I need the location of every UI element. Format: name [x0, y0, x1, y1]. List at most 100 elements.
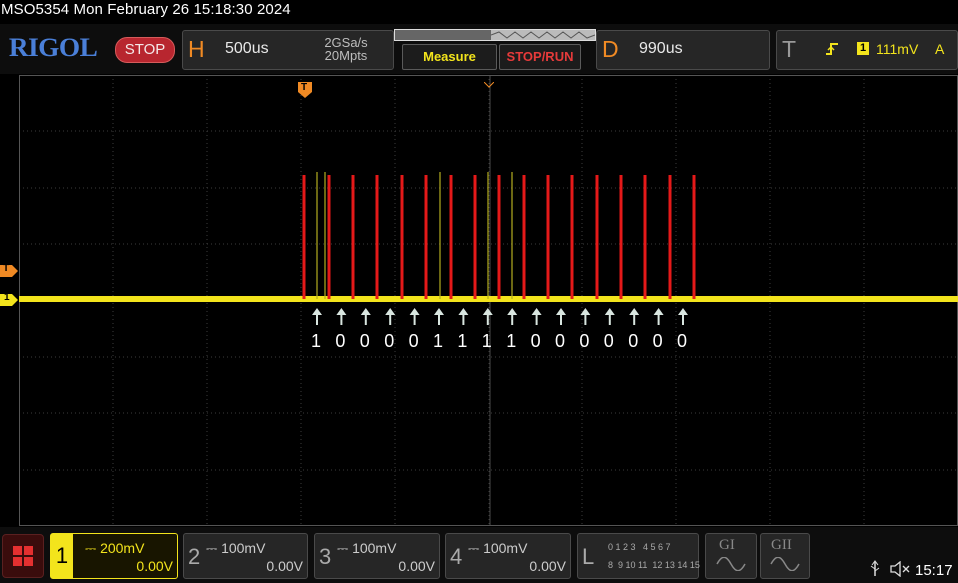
channel-1-number: 1: [51, 534, 73, 578]
channel-1-scale: ⎓ 200mV: [85, 540, 145, 556]
channel-4-number: 4: [450, 544, 463, 569]
bit-label: 0: [530, 331, 541, 351]
delay-value: 990us: [639, 40, 683, 57]
bit-arrow: [385, 308, 396, 325]
logic-channels-row1: 0 1 2 3 4 5 6 7: [608, 542, 671, 552]
bit-label: 0: [603, 331, 614, 351]
bit-arrow: [629, 308, 640, 325]
waveform-display[interactable]: [18, 74, 958, 527]
rigol-logo: RIGOL: [8, 33, 98, 62]
center-marker: [483, 75, 495, 88]
title-bar: MSO5354 Mon February 26 15:18:30 2024: [0, 0, 958, 24]
bit-arrow: [409, 308, 420, 325]
channel-3-panel[interactable]: 3 ⎓ 100mV 0.00V: [314, 533, 440, 579]
bit-arrow: [678, 308, 688, 325]
trigger-mode: A: [935, 41, 945, 57]
bit-label: 1: [481, 331, 492, 351]
waveform-graticule: [18, 74, 958, 527]
bit-label: 0: [335, 331, 346, 351]
channel-2-scale: ⎓ 100mV: [206, 540, 266, 556]
channel-2-offset: 0.00V: [266, 558, 303, 574]
memory-view-window: [395, 30, 491, 40]
bit-label: 1: [311, 331, 322, 351]
bit-label: 0: [652, 331, 663, 351]
decode-pulse: [595, 175, 599, 299]
memory-depth: 20Mpts: [324, 48, 368, 63]
channel-3-offset: 0.00V: [398, 558, 435, 574]
bit-arrow: [312, 308, 322, 325]
trigger-source-badge: 1: [857, 42, 869, 55]
bit-label: 0: [628, 331, 639, 351]
decode-pulse: [375, 175, 379, 299]
horizontal-timebase-panel[interactable]: H 500us 2GSa/s 20Mpts: [182, 30, 394, 70]
trigger-level-marker[interactable]: T: [0, 263, 18, 277]
decode-pulse: [692, 175, 696, 299]
home-menu-button[interactable]: [2, 534, 44, 578]
channel-1-panel[interactable]: 1 ⎓ 200mV 0.00V: [50, 533, 178, 579]
logic-channels-row2: 8 9 10 11 12 13 14 15: [608, 560, 700, 570]
trigger-panel[interactable]: T 1 111mV A: [776, 30, 958, 70]
bit-arrow: [556, 308, 566, 325]
sine-wave-icon: [716, 557, 746, 571]
bit-arrow: [482, 308, 493, 325]
channel-4-offset: 0.00V: [529, 558, 566, 574]
decode-pulse: [424, 175, 428, 299]
stop-run-button[interactable]: STOP/RUN: [499, 44, 581, 70]
generator-2-label: GII: [771, 537, 792, 553]
bit-arrow: [360, 308, 371, 325]
bit-label: 1: [506, 331, 517, 351]
decode-pulse: [351, 175, 355, 299]
logic-analyzer-panel[interactable]: L 0 1 2 3 4 5 6 7 8 9 10 11 12 13 14 15: [577, 533, 700, 579]
timebase-value: 500us: [225, 40, 269, 57]
decode-pulse: [668, 175, 672, 299]
sine-wave-icon: [770, 557, 800, 571]
decode-pulse: [497, 175, 501, 299]
decode-pulse: [619, 175, 623, 299]
channel-1-offset: 0.00V: [136, 558, 173, 574]
memory-position-indicator[interactable]: [394, 29, 596, 41]
bit-arrow: [458, 308, 469, 325]
generator-1-label: GI: [719, 537, 735, 553]
channel-2-number: 2: [188, 544, 201, 569]
channel-2-panel[interactable]: 2 ⎓ 100mV 0.00V: [183, 533, 308, 579]
bit-label: 0: [555, 331, 566, 351]
bit-label: 1: [457, 331, 468, 351]
bit-arrow: [604, 308, 615, 325]
bit-arrow: [653, 308, 664, 325]
logic-letter: L: [582, 544, 595, 569]
memory-waveform-icon: [491, 31, 595, 39]
generator-1-panel[interactable]: GI: [705, 533, 757, 579]
trigger-position-marker[interactable]: T: [298, 82, 312, 98]
decode-pulse: [570, 175, 574, 299]
bit-arrow: [580, 308, 591, 325]
delay-letter: D: [602, 36, 619, 62]
channel-3-number: 3: [319, 544, 332, 569]
decode-pulse: [302, 175, 306, 299]
decode-pulse: [522, 175, 526, 299]
bit-arrow: [531, 308, 542, 325]
bit-arrow: [434, 308, 444, 325]
channel-4-scale: ⎓ 100mV: [468, 540, 528, 556]
channel-4-panel[interactable]: 4 ⎓ 100mV 0.00V: [445, 533, 571, 579]
bit-label: 0: [384, 331, 395, 351]
bit-label: 0: [359, 331, 370, 351]
trigger-level: 111mV: [876, 41, 919, 57]
acquisition-info: 2GSa/s 20Mpts: [315, 36, 377, 62]
decode-pulse: [449, 175, 453, 299]
decode-pulse: [400, 175, 404, 299]
trigger-letter: T: [782, 36, 797, 62]
decode-pulse: [327, 175, 331, 299]
delay-panel[interactable]: D 990us: [596, 30, 770, 70]
rising-edge-icon: [826, 43, 838, 55]
decode-pulse: [546, 175, 550, 299]
generator-2-panel[interactable]: GII: [760, 533, 810, 579]
channel-3-scale: ⎓ 100mV: [337, 540, 397, 556]
speaker-muted-icon[interactable]: [889, 560, 911, 578]
measure-button[interactable]: Measure: [402, 44, 497, 70]
bit-arrow: [507, 308, 518, 325]
ch1-offset-marker[interactable]: 1: [0, 292, 18, 306]
bit-label: 0: [579, 331, 590, 351]
grid-menu-icon: [13, 546, 33, 566]
run-state-badge[interactable]: STOP: [115, 37, 175, 63]
clock: 15:17: [915, 562, 953, 579]
